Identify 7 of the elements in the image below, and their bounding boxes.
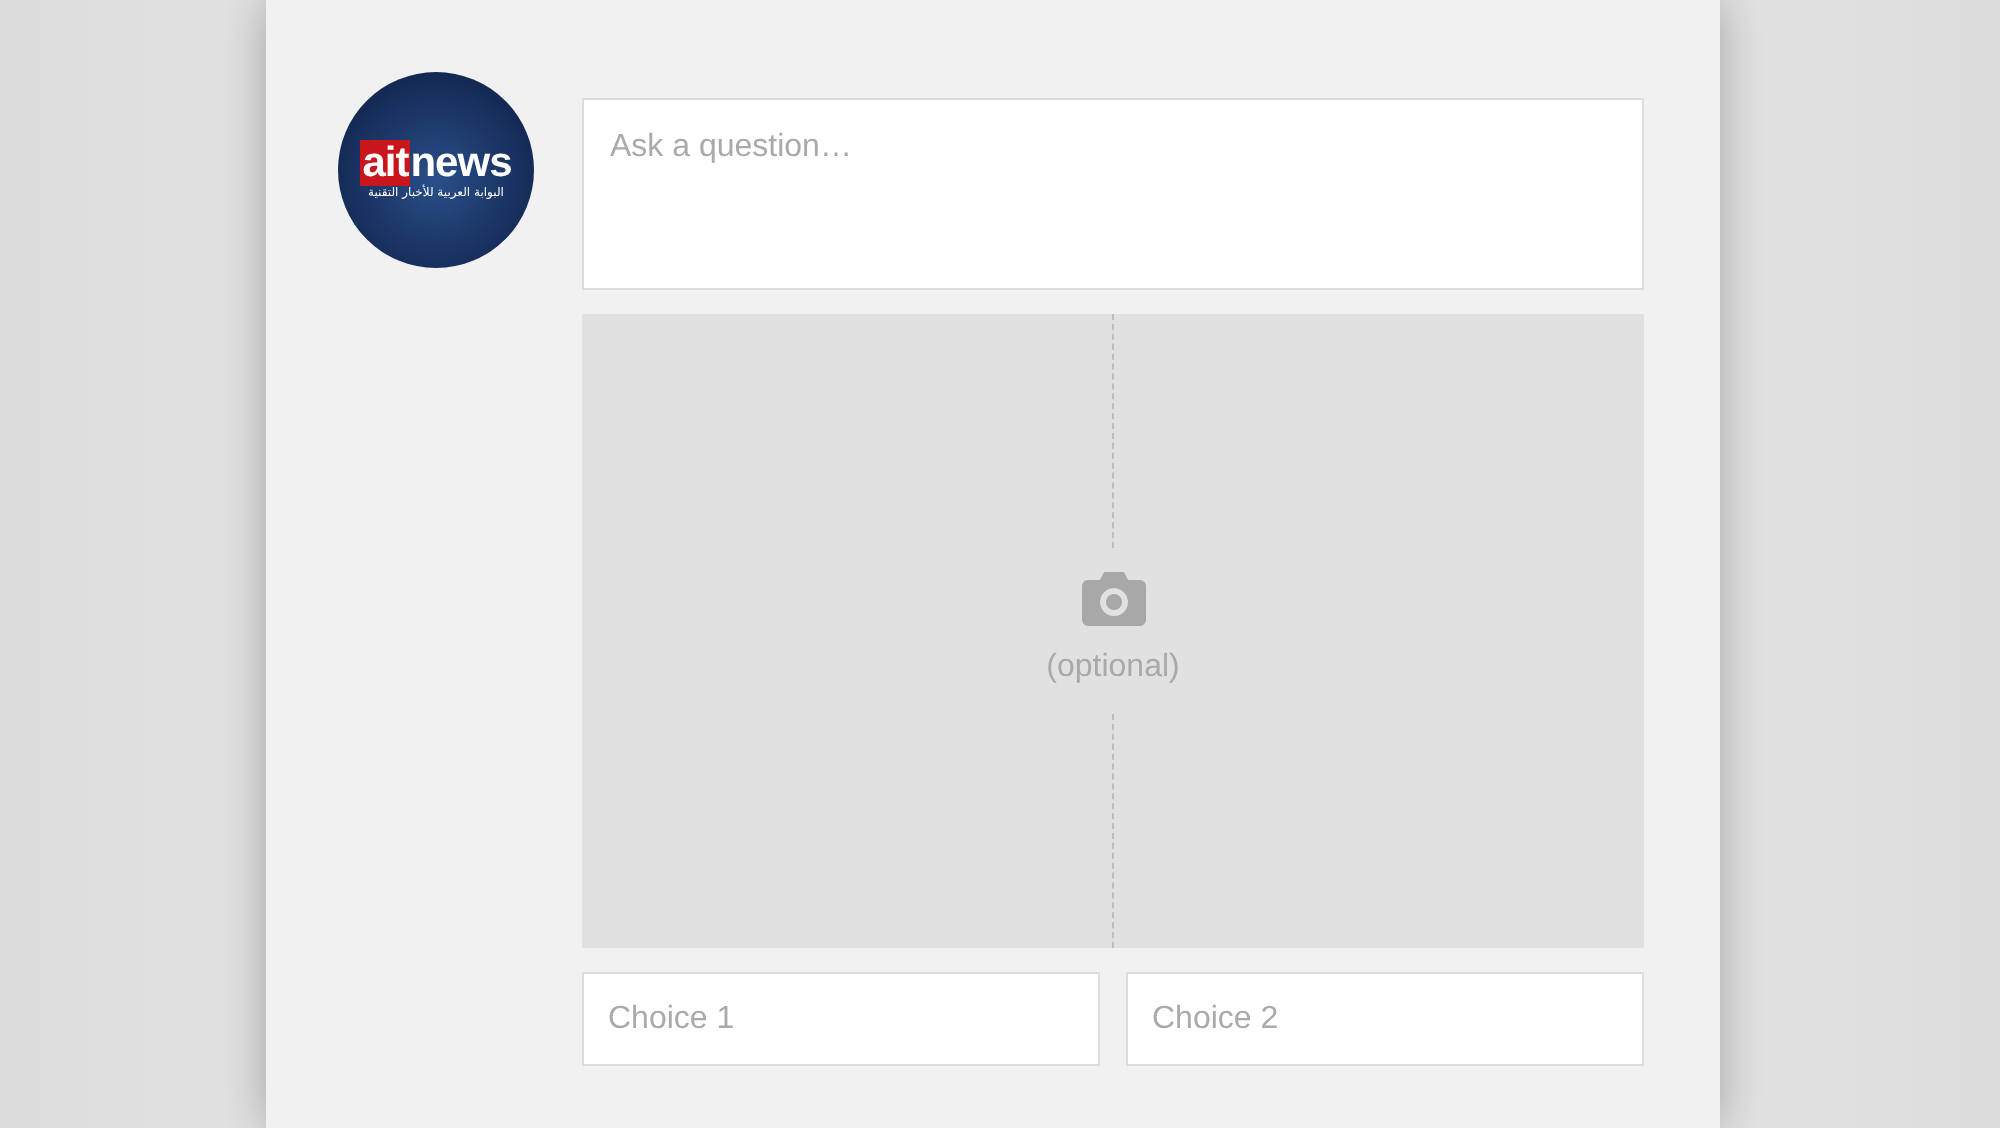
photo-dropzone[interactable]: (optional)	[582, 314, 1644, 948]
question-field[interactable]: Ask a question…	[582, 98, 1644, 290]
optional-label: (optional)	[1046, 650, 1180, 686]
logo-wordmark: aitnews	[360, 141, 512, 183]
choice-field[interactable]: Choice 1	[582, 972, 1100, 1066]
camera-icon	[1081, 570, 1145, 626]
choice-field[interactable]: Choice 2	[1126, 972, 1644, 1066]
